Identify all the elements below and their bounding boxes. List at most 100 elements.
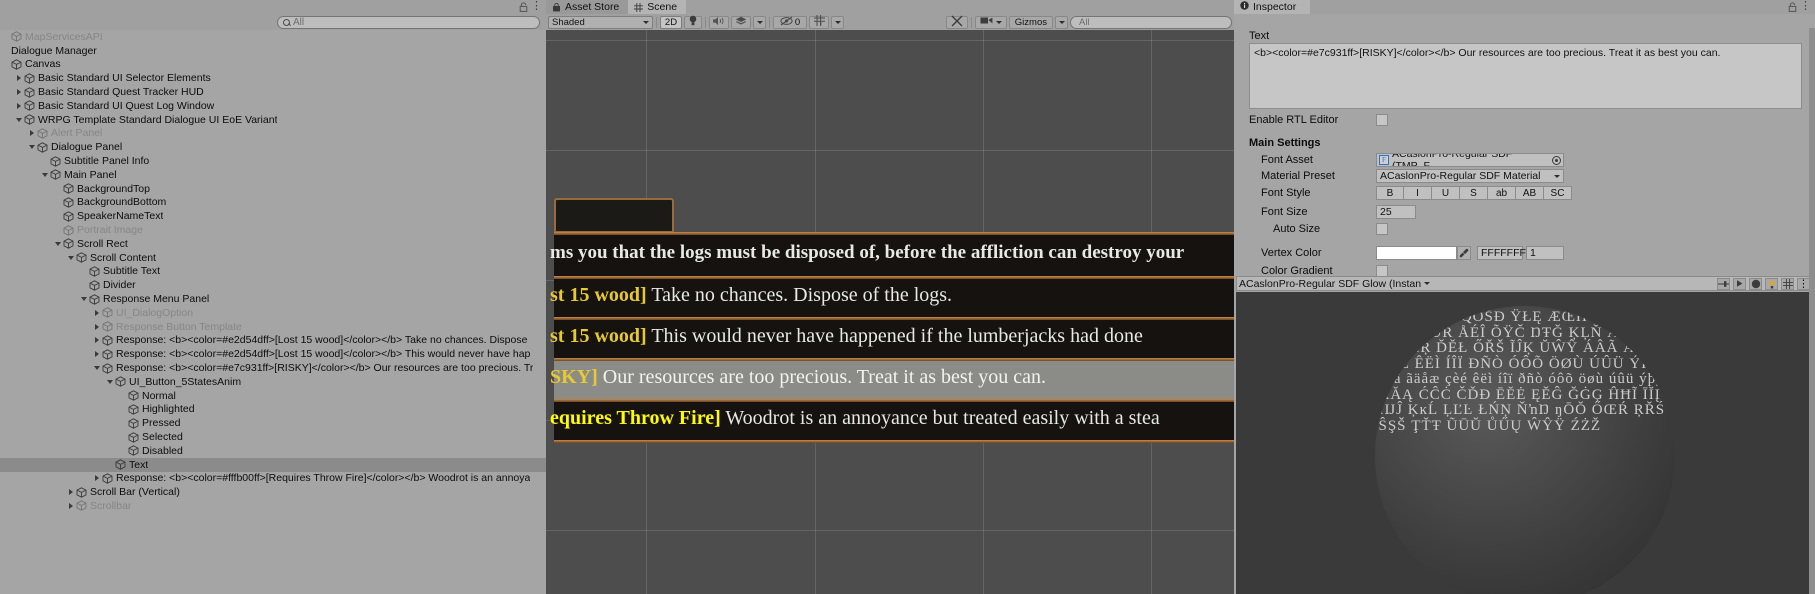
hierarchy-row[interactable]: Basic Standard UI Selector Elements [0, 71, 546, 85]
hierarchy-row[interactable]: Response: <b><color=#e7c931ff>[RISKY]</c… [0, 361, 546, 375]
hierarchy-row[interactable]: Response Button Template [0, 320, 546, 334]
tree-twisty-right[interactable] [13, 75, 24, 82]
preview-light-icon[interactable] [1765, 277, 1778, 290]
hierarchy-search-input[interactable]: All [277, 16, 540, 29]
hierarchy-row[interactable]: Text [0, 457, 546, 472]
font-style-S[interactable]: S [1460, 186, 1488, 200]
hierarchy-row[interactable]: Response: <b><color=#fffb00ff>[Requires … [0, 472, 546, 486]
grid-visibility-button[interactable]: Y [809, 15, 829, 29]
hierarchy-row[interactable]: Scroll Rect [0, 237, 546, 251]
vertex-color-hex-input[interactable]: FFFFFFFF [1477, 246, 1532, 260]
tree-twisty-right[interactable] [91, 351, 102, 358]
hierarchy-row[interactable]: Basic Standard Quest Tracker HUD [0, 85, 546, 99]
vertex-color-alpha-input[interactable]: 1 [1526, 246, 1564, 260]
hierarchy-row[interactable]: Highlighted [0, 403, 546, 417]
hierarchy-row[interactable]: SpeakerNameText [0, 209, 546, 223]
hierarchy-row[interactable]: Subtitle Text [0, 265, 546, 279]
font-style-ab[interactable]: ab [1488, 186, 1516, 200]
hierarchy-row[interactable]: Dialogue Manager [0, 44, 546, 58]
hierarchy-row[interactable]: Response: <b><color=#e2d54dff>[Lost 15 w… [0, 334, 546, 348]
hierarchy-row[interactable]: Response: <b><color=#e2d54dff>[Lost 15 w… [0, 347, 546, 361]
hierarchy-row[interactable]: Portrait Image [0, 223, 546, 237]
scene-viewport[interactable]: ms you that the logs must be disposed of… [546, 30, 1234, 594]
font-size-input[interactable]: 25 [1376, 205, 1416, 219]
preview-play-icon[interactable] [1733, 277, 1746, 290]
hierarchy-row[interactable]: Basic Standard UI Quest Log Window [0, 99, 546, 113]
text-field-input[interactable]: <b><color=#e7c931ff>[RISKY]</color></b> … [1249, 43, 1802, 109]
scene-tabstrip[interactable]: Asset Store Scene [546, 0, 1234, 14]
tree-twisty-down[interactable] [78, 297, 89, 302]
font-asset-field[interactable]: F ACaslonPro-Regular SDF (TMP_F [1376, 153, 1564, 167]
effects-dropdown[interactable] [753, 15, 766, 29]
enable-rtl-checkbox[interactable] [1376, 114, 1388, 126]
tree-twisty-right[interactable] [26, 130, 37, 137]
hierarchy-row[interactable]: MapServicesAPI [0, 30, 546, 44]
hierarchy-menu-icon[interactable]: ⋮ [531, 1, 542, 12]
tree-twisty-right[interactable] [91, 323, 102, 330]
hierarchy-row[interactable]: UI_DialogOption [0, 306, 546, 320]
hierarchy-row[interactable]: BackgroundBottom [0, 196, 546, 210]
toggle-2d-button[interactable]: 2D [660, 15, 682, 29]
font-style-toggle-group[interactable]: B I U Sab AB SC [1376, 186, 1572, 200]
font-style-I[interactable]: I [1404, 186, 1432, 200]
tab-asset-store[interactable]: Asset Store [546, 0, 629, 14]
lock-icon[interactable] [519, 2, 528, 12]
tree-twisty-down[interactable] [39, 172, 50, 177]
tree-twisty-down[interactable] [65, 255, 76, 260]
inspector-scrollbar[interactable] [1809, 28, 1815, 594]
hierarchy-row[interactable]: Response Menu Panel [0, 292, 546, 306]
tab-scene[interactable]: Scene [628, 0, 687, 14]
vertex-color-swatch[interactable] [1376, 246, 1457, 260]
hierarchy-tree[interactable]: MapServicesAPI Dialogue Manager Canvas Basi… [0, 30, 546, 594]
hierarchy-row[interactable]: Scroll Bar (Vertical) [0, 485, 546, 499]
tree-twisty-down[interactable] [26, 145, 37, 150]
hierarchy-row[interactable]: Disabled [0, 444, 546, 458]
hierarchy-row[interactable]: Canvas [0, 58, 546, 72]
tab-inspector[interactable]: Inspector [1234, 0, 1311, 14]
lighting-toggle-button[interactable] [684, 15, 702, 29]
preview-sphere-icon[interactable] [1749, 277, 1762, 290]
hierarchy-row[interactable]: Scrollbar [0, 499, 546, 513]
audio-toggle-button[interactable] [709, 15, 729, 29]
tree-twisty-right[interactable] [13, 89, 24, 96]
preview-slider-icon[interactable] [1717, 277, 1730, 290]
font-style-SC[interactable]: SC [1544, 186, 1572, 200]
hierarchy-row[interactable]: Divider [0, 278, 546, 292]
eyedropper-icon[interactable] [1457, 246, 1471, 260]
hierarchy-row[interactable]: Pressed [0, 416, 546, 430]
gizmos-button[interactable]: Gizmos [1008, 15, 1053, 29]
tree-twisty-right[interactable] [65, 489, 76, 496]
tree-twisty-right[interactable] [13, 102, 24, 109]
hierarchy-row[interactable]: Selected [0, 430, 546, 444]
tree-twisty-right[interactable] [65, 502, 76, 509]
font-style-U[interactable]: U [1432, 186, 1460, 200]
scene-search-input[interactable]: All [1070, 15, 1232, 29]
tree-twisty-down[interactable] [91, 366, 102, 371]
scene-camera-button[interactable] [974, 15, 1007, 29]
hierarchy-row[interactable]: UI_Button_5StatesAnim [0, 375, 546, 389]
hierarchy-row[interactable]: BackgroundTop [0, 182, 546, 196]
material-preview-header[interactable]: ACaslonPro-Regular SDF Glow (Instan ⋮ [1236, 276, 1813, 291]
hierarchy-row[interactable]: Main Panel [0, 168, 546, 182]
inspector-lock-icon[interactable] [1788, 2, 1797, 12]
hidden-objects-button[interactable]: 0 [773, 15, 807, 29]
grid-dropdown[interactable] [831, 15, 844, 29]
hierarchy-row[interactable]: Subtitle Panel Info [0, 154, 546, 168]
hierarchy-row[interactable]: Normal [0, 389, 546, 403]
material-preview-viewport[interactable]: ÖĮŅŠ ÃĚŪ QÖŠÐ ŸŁĘ ÆŒĦ ÑÇŽ ĄŞŤ ÐÞÆ ŐŰŔ ÅÉ… [1236, 292, 1813, 594]
inspector-menu-icon[interactable]: ⋮ [1800, 1, 1811, 12]
auto-size-checkbox[interactable] [1376, 223, 1388, 235]
tree-twisty-down[interactable] [104, 379, 115, 384]
tree-twisty-right[interactable] [91, 337, 102, 344]
effects-toggle-button[interactable] [731, 15, 751, 29]
font-style-B[interactable]: B [1376, 186, 1404, 200]
draw-mode-dropdown[interactable]: Shaded [548, 15, 653, 29]
hierarchy-row[interactable]: Alert Panel [0, 127, 546, 141]
tree-twisty-down[interactable] [13, 117, 24, 122]
hierarchy-row[interactable]: WRPG Template Standard Dialogue UI EoE V… [0, 113, 546, 127]
tree-twisty-right[interactable] [91, 309, 102, 316]
tree-twisty-down[interactable] [52, 241, 63, 246]
object-picker-icon[interactable] [1552, 155, 1561, 165]
font-style-AB[interactable]: AB [1516, 186, 1544, 200]
scene-tools-button[interactable] [945, 15, 968, 29]
